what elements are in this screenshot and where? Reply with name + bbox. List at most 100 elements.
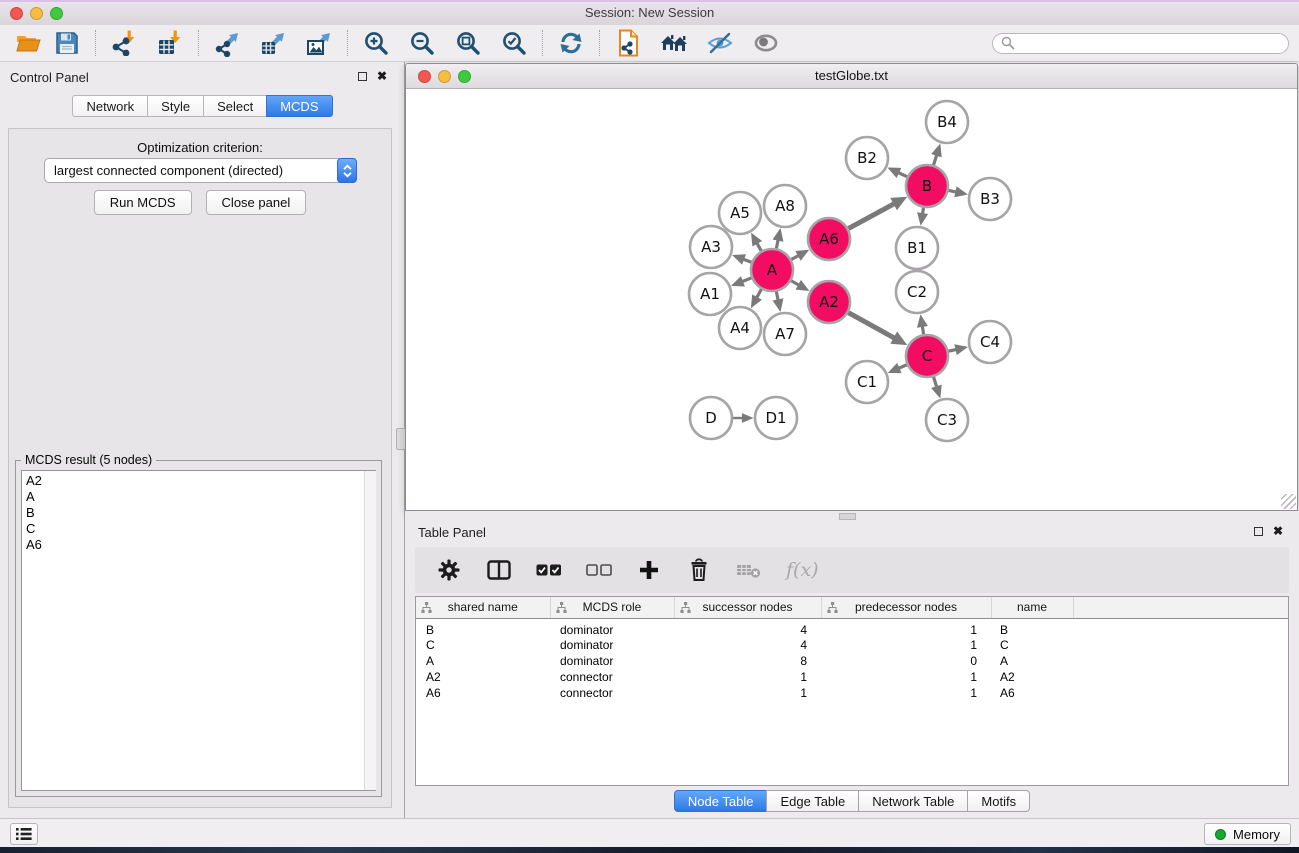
export-image-button[interactable]: [304, 28, 334, 58]
table-cell[interactable]: B: [416, 618, 550, 637]
result-item[interactable]: A6: [22, 537, 375, 553]
graph-edge-A-A6[interactable]: [791, 255, 799, 259]
maximize-network-window-button[interactable]: [458, 70, 471, 83]
graph-edge-B-B3[interactable]: [949, 190, 957, 192]
table-cell[interactable]: A: [416, 653, 550, 669]
table-cell[interactable]: 1: [674, 685, 821, 701]
graph-edge-B-B2[interactable]: [898, 173, 907, 177]
graph-edge-C-C3[interactable]: [934, 377, 937, 387]
deselect-all-rows-button[interactable]: [586, 556, 612, 584]
criterion-select[interactable]: largest connected component (directed): [44, 158, 357, 183]
zoom-out-button[interactable]: [407, 28, 437, 58]
graph-edge-A-A4[interactable]: [757, 289, 762, 298]
import-table-button[interactable]: [155, 28, 185, 58]
column-header-predecessor-nodes[interactable]: predecessor nodes: [821, 597, 991, 618]
table-cell[interactable]: dominator: [550, 618, 674, 637]
graph-edge-A-A1[interactable]: [742, 278, 751, 282]
run-mcds-button[interactable]: Run MCDS: [94, 190, 192, 215]
network-graph[interactable]: B4B2BB3A8A5A6A3B1AC2A1A2A4A7C4CC1C3DD1: [406, 89, 1297, 509]
table-cell[interactable]: 4: [674, 618, 821, 637]
column-header-successor-nodes[interactable]: successor nodes: [674, 597, 821, 618]
tab-select[interactable]: Select: [203, 95, 267, 117]
graph-edge-A-A3[interactable]: [743, 259, 751, 262]
float-table-panel-icon[interactable]: [1254, 527, 1263, 536]
select-all-rows-button[interactable]: [536, 556, 562, 584]
table-cell[interactable]: 1: [821, 669, 991, 685]
tab-mcds[interactable]: MCDS: [266, 95, 332, 117]
table-cell[interactable]: connector: [550, 669, 674, 685]
table-cell[interactable]: C: [991, 637, 1073, 653]
open-session-button[interactable]: [13, 28, 43, 58]
table-row[interactable]: Cdominator41C: [416, 637, 1288, 653]
table-cell[interactable]: 1: [821, 685, 991, 701]
show-tasks-button[interactable]: [10, 823, 38, 845]
window-titlebar[interactable]: Session: New Session: [0, 0, 1299, 25]
table-cell[interactable]: A6: [416, 685, 550, 701]
close-table-panel-icon[interactable]: ✖: [1273, 526, 1283, 536]
function-builder-button[interactable]: f(x): [786, 556, 819, 584]
memory-button[interactable]: Memory: [1204, 823, 1291, 845]
column-header-name[interactable]: name: [991, 597, 1073, 618]
table-row[interactable]: Adominator80A: [416, 653, 1288, 669]
graph-edge-C-C4[interactable]: [948, 349, 956, 351]
horizontal-splitter-handle[interactable]: [839, 513, 856, 520]
table-row[interactable]: Bdominator41B: [416, 618, 1288, 637]
table-cell[interactable]: dominator: [550, 637, 674, 653]
graph-edge-C-C2[interactable]: [922, 326, 923, 334]
table-cell[interactable]: 1: [821, 618, 991, 637]
table-row[interactable]: A6connector11A6: [416, 685, 1288, 701]
zoom-selected-button[interactable]: [499, 28, 529, 58]
table-cell[interactable]: B: [991, 618, 1073, 637]
table-cell[interactable]: 1: [674, 669, 821, 685]
refresh-layout-button[interactable]: [556, 28, 586, 58]
table-options-button[interactable]: [436, 556, 462, 584]
table-cell[interactable]: A2: [416, 669, 550, 685]
result-list-scrollbar[interactable]: [364, 471, 376, 790]
zoom-in-button[interactable]: [361, 28, 391, 58]
result-item[interactable]: A2: [22, 473, 375, 489]
table-cell[interactable]: C: [416, 637, 550, 653]
save-session-button[interactable]: [52, 28, 82, 58]
mcds-result-list[interactable]: A2ABCA6: [21, 470, 376, 791]
table-cell[interactable]: 0: [821, 653, 991, 669]
tab-network-table[interactable]: Network Table: [858, 790, 968, 812]
tab-edge-table[interactable]: Edge Table: [766, 790, 859, 812]
delete-column-button[interactable]: [686, 556, 712, 584]
close-panel-icon[interactable]: ✖: [377, 71, 387, 81]
import-network-button[interactable]: [109, 28, 139, 58]
home-button[interactable]: [659, 28, 689, 58]
minimize-window-button[interactable]: [30, 7, 43, 20]
column-header-mcds-role[interactable]: MCDS role: [550, 597, 674, 618]
tab-style[interactable]: Style: [147, 95, 204, 117]
hide-graphics-details-button[interactable]: [705, 28, 735, 58]
tab-motifs[interactable]: Motifs: [967, 790, 1030, 812]
table-cell[interactable]: connector: [550, 685, 674, 701]
export-table-button[interactable]: [258, 28, 288, 58]
graph-edge-C-C1[interactable]: [898, 365, 906, 369]
export-network-button[interactable]: [212, 28, 242, 58]
table-cell[interactable]: A: [991, 653, 1073, 669]
close-window-button[interactable]: [10, 7, 23, 20]
maximize-window-button[interactable]: [50, 7, 63, 20]
zoom-fit-button[interactable]: [453, 28, 483, 58]
table-cell[interactable]: A2: [991, 669, 1073, 685]
table-cell[interactable]: 4: [674, 637, 821, 653]
graph-edge-A-A2[interactable]: [791, 281, 799, 285]
graph-edge-A-A8[interactable]: [776, 240, 778, 249]
minimize-network-window-button[interactable]: [438, 70, 451, 83]
graph-edge-A6-B[interactable]: [848, 204, 894, 229]
search-input[interactable]: [1020, 36, 1280, 50]
table-cell[interactable]: 1: [821, 637, 991, 653]
network-from-file-button[interactable]: [613, 28, 643, 58]
result-item[interactable]: A: [22, 489, 375, 505]
delete-table-button[interactable]: [736, 556, 762, 584]
select-stepper-icon[interactable]: [337, 158, 357, 183]
resize-grip-icon[interactable]: [1281, 494, 1296, 509]
column-header-shared-name[interactable]: shared name: [416, 597, 550, 618]
graph-edge-A2-C[interactable]: [848, 313, 894, 339]
search-field[interactable]: [992, 33, 1289, 54]
float-panel-icon[interactable]: [358, 72, 367, 81]
table-cell[interactable]: dominator: [550, 653, 674, 669]
table-row[interactable]: A2connector11A2: [416, 669, 1288, 685]
result-item[interactable]: C: [22, 521, 375, 537]
